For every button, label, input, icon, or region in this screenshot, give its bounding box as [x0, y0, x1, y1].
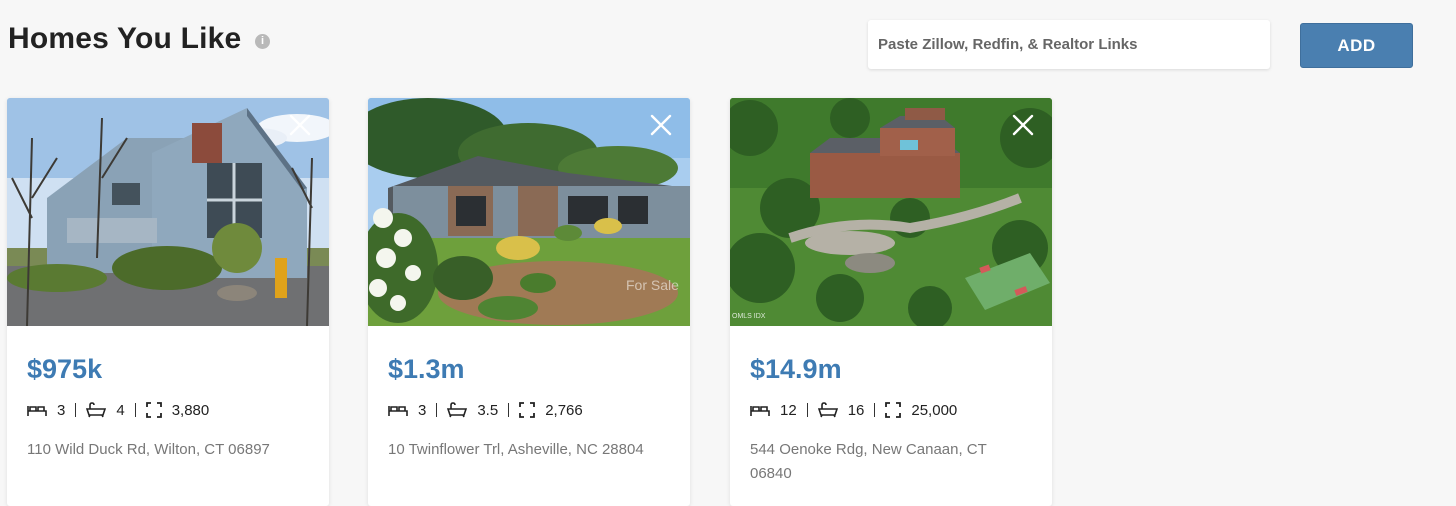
listing-address: 10 Twinflower Trl, Asheville, NC 28804 — [388, 441, 644, 458]
beds-count: 12 — [780, 401, 797, 419]
bed-icon — [388, 406, 408, 416]
bed-icon — [27, 406, 47, 416]
listing-card[interactable]: OMLS IDX $14.9m 12 16 25,000 544 Oenoke … — [730, 98, 1052, 506]
beds-stat: 3 — [27, 402, 65, 419]
listing-price: $1.3m — [388, 354, 465, 384]
baths-stat: 3.5 — [447, 402, 498, 419]
stat-divider — [75, 403, 77, 417]
square-footage-icon — [145, 402, 162, 418]
listing-price: $14.9m — [750, 354, 842, 384]
stat-divider — [134, 403, 136, 417]
sqft-value: 3,880 — [171, 401, 210, 419]
listing-card[interactable]: $975k 3 4 3,880 110 Wild Duck Rd, Wilton… — [7, 98, 329, 506]
stat-divider — [874, 403, 876, 417]
listing-photo[interactable] — [7, 98, 329, 326]
listing-photo[interactable]: OMLS IDX — [730, 98, 1052, 326]
area-stat: 3,880 — [145, 401, 210, 419]
listing-stats: 3 3.5 2,766 — [388, 400, 583, 420]
stat-divider — [508, 403, 510, 417]
bathtub-icon — [86, 402, 107, 418]
sqft-value: 2,766 — [545, 401, 583, 419]
photo-watermark: OMLS IDX — [732, 313, 766, 320]
sqft-value: 25,000 — [911, 401, 958, 419]
beds-stat: 12 — [750, 402, 797, 419]
close-icon[interactable] — [1010, 112, 1036, 138]
bathtub-icon — [447, 402, 468, 418]
bathtub-icon — [817, 402, 838, 418]
photo-watermark: For Sale — [626, 277, 679, 293]
baths-stat: 16 — [817, 401, 865, 419]
square-footage-icon — [885, 402, 902, 418]
listing-link-input[interactable] — [868, 20, 1270, 69]
baths-stat: 4 — [86, 401, 125, 419]
listing-stats: 3 4 3,880 — [27, 400, 209, 420]
stat-divider — [436, 403, 438, 417]
baths-count: 3.5 — [477, 401, 499, 419]
stat-divider — [806, 403, 808, 417]
add-button[interactable]: ADD — [1300, 23, 1413, 68]
beds-count: 3 — [418, 401, 427, 419]
bed-icon — [750, 406, 770, 416]
area-stat: 25,000 — [885, 402, 957, 419]
baths-count: 16 — [847, 401, 865, 419]
listing-address: 110 Wild Duck Rd, Wilton, CT 06897 — [27, 441, 270, 458]
listing-stats: 12 16 25,000 — [750, 400, 957, 420]
square-footage-icon — [519, 402, 536, 418]
info-icon[interactable]: i — [255, 34, 270, 49]
baths-count: 4 — [116, 401, 125, 419]
beds-count: 3 — [57, 401, 66, 419]
listing-price: $975k — [27, 354, 103, 384]
close-icon[interactable] — [648, 112, 674, 138]
close-icon[interactable] — [287, 112, 313, 138]
page-header: Homes You Like i ADD — [0, 0, 1456, 90]
listing-address: 544 Oenoke Rdg, New Canaan, CT 06840 — [750, 441, 987, 482]
area-stat: 2,766 — [519, 402, 583, 419]
page-title: Homes You Like — [8, 22, 242, 55]
beds-stat: 3 — [388, 402, 426, 419]
listing-photo[interactable]: For Sale — [368, 98, 690, 326]
listing-card[interactable]: For Sale $1.3m 3 3.5 2,766 10 Twinflower… — [368, 98, 690, 506]
